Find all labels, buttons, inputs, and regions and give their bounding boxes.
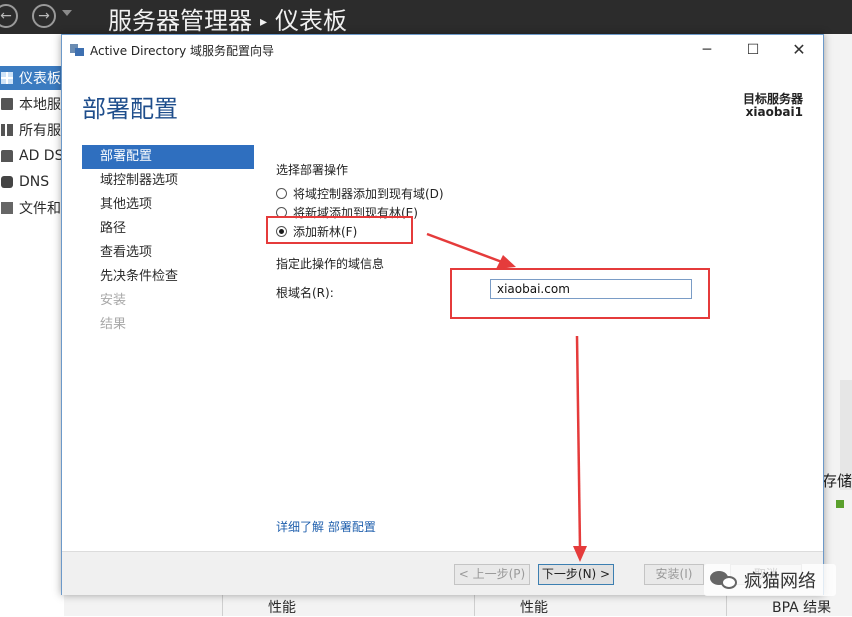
grid-divider xyxy=(222,594,223,616)
target-server-name: xiaobai1 xyxy=(745,105,803,119)
annotation-highlight-domain-input xyxy=(450,268,710,319)
dashboard-bottom-row xyxy=(64,594,852,616)
dialog-titlebar[interactable]: Active Directory 域服务配置向导 ─ ☐ ✕ xyxy=(62,35,823,65)
sidebar-item-file-services[interactable]: 文件和 xyxy=(0,196,64,220)
breadcrumb-separator: ▸ xyxy=(260,14,268,30)
ad-ds-icon xyxy=(1,150,13,162)
all-servers-icon xyxy=(1,124,13,136)
option-label: 将域控制器添加到现有域(D) xyxy=(293,187,444,201)
sidebar-item-all-servers[interactable]: 所有服 xyxy=(0,118,64,142)
domain-info-label: 指定此操作的域信息 xyxy=(276,257,385,271)
step-additional-options[interactable]: 其他选项 xyxy=(82,193,254,217)
previous-button: < 上一步(P) xyxy=(454,564,530,585)
sidebar-item-dns[interactable]: DNS xyxy=(0,170,64,194)
local-server-icon xyxy=(1,98,13,110)
radio-button[interactable] xyxy=(276,188,287,199)
sidebar-item-label: 仪表板 xyxy=(19,71,61,87)
grid-divider xyxy=(726,594,727,616)
learn-more-link[interactable]: 详细了解 部署配置 xyxy=(276,518,376,535)
file-services-icon xyxy=(1,202,13,214)
close-icon[interactable]: ✕ xyxy=(776,35,822,65)
dashboard-right-panel xyxy=(824,34,852,616)
sidebar-item-label: 文件和 xyxy=(19,201,61,217)
step-dc-options[interactable]: 域控制器选项 xyxy=(82,169,254,193)
select-operation-label: 选择部署操作 xyxy=(276,163,349,177)
sidebar-item-label: 本地服 xyxy=(19,97,61,113)
bpa-results-label[interactable]: BPA 结果 xyxy=(772,597,831,617)
forward-arrow-icon[interactable]: → xyxy=(32,4,56,28)
performance-label[interactable]: 性能 xyxy=(268,597,296,617)
dialog-title: Active Directory 域服务配置向导 xyxy=(90,44,275,58)
storage-tile-label: 存储 xyxy=(822,472,852,490)
sidebar-item-local-server[interactable]: 本地服 xyxy=(0,92,64,116)
ad-wizard-icon xyxy=(70,44,84,56)
server-manager-sidebar: 仪表板 本地服 所有服 AD DS DNS 文件和 xyxy=(0,34,64,616)
minimize-icon[interactable]: ─ xyxy=(684,35,730,65)
page-title: 仪表板 xyxy=(275,7,348,35)
history-dropdown-icon[interactable] xyxy=(62,10,72,16)
step-review-options[interactable]: 查看选项 xyxy=(82,241,254,265)
step-prerequisites-check[interactable]: 先决条件检查 xyxy=(82,265,254,289)
step-installation: 安装 xyxy=(100,293,127,308)
wechat-logo-icon xyxy=(708,567,742,593)
step-deployment-config[interactable]: 部署配置 xyxy=(82,145,254,169)
step-paths[interactable]: 路径 xyxy=(82,217,254,241)
wizard-steps: 部署配置 域控制器选项 其他选项 路径 查看选项 先决条件检查 安装 结果 xyxy=(82,145,254,337)
install-button: 安装(I) xyxy=(644,564,704,585)
option-add-dc-existing-domain[interactable]: 将域控制器添加到现有域(D) xyxy=(276,185,444,202)
performance-label[interactable]: 性能 xyxy=(520,597,548,617)
sidebar-item-ad-ds[interactable]: AD DS xyxy=(0,144,64,168)
sidebar-item-label: 所有服 xyxy=(19,123,61,139)
annotation-highlight-new-forest xyxy=(266,216,413,244)
sidebar-item-dashboard[interactable]: 仪表板 xyxy=(0,66,64,90)
dns-icon xyxy=(1,176,13,188)
root-domain-label: 根域名(R): xyxy=(276,286,334,300)
next-button[interactable]: 下一步(N) > xyxy=(538,564,614,585)
grid-divider xyxy=(474,594,475,616)
app-title: 服务器管理器 xyxy=(108,7,252,35)
maximize-icon[interactable]: ☐ xyxy=(730,35,776,65)
step-results: 结果 xyxy=(100,317,127,332)
back-arrow-icon[interactable]: ← xyxy=(0,4,18,28)
dashboard-icon xyxy=(1,72,13,84)
status-indicator xyxy=(836,500,844,508)
sidebar-item-label: AD DS xyxy=(19,148,64,164)
watermark: 疯猫网络 xyxy=(704,564,836,596)
wizard-heading: 部署配置 xyxy=(82,95,178,123)
server-manager-header: ← → 服务器管理器 ▸ 仪表板 xyxy=(0,0,852,36)
server-manager-title: 服务器管理器 ▸ 仪表板 xyxy=(108,1,347,36)
watermark-text: 疯猫网络 xyxy=(744,571,816,592)
sidebar-item-label: DNS xyxy=(19,174,50,190)
